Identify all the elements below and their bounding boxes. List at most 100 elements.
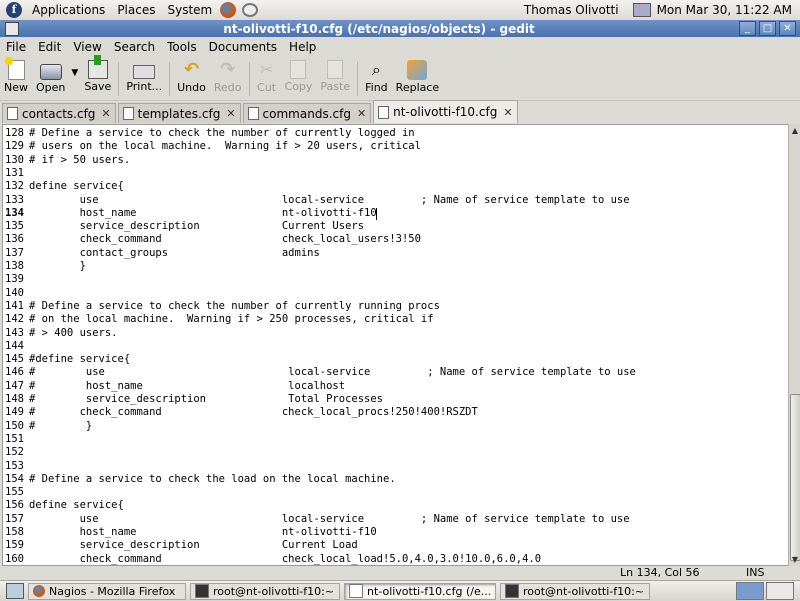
applications-menu[interactable]: Applications [26, 3, 111, 17]
replace-icon [407, 60, 428, 80]
maximize-button[interactable]: □ [759, 21, 776, 36]
code-line[interactable]: # Define a service to check the load on … [29, 473, 396, 486]
replace-button[interactable]: Replace [392, 58, 444, 98]
code-line[interactable]: # check_command check_local_procs!250!40… [29, 406, 478, 419]
task-firefox[interactable]: Nagios - Mozilla Firefox [28, 582, 186, 600]
code-line[interactable]: # > 400 users. [29, 327, 118, 340]
code-line[interactable]: # users on the local machine. Warning if… [29, 140, 421, 153]
printer-icon [133, 65, 156, 79]
code-line[interactable]: host_name nt-olivotti-f10 [29, 526, 377, 539]
code-line[interactable]: #define service{ [29, 353, 130, 366]
line-number: 156 [5, 499, 24, 512]
menu-documents[interactable]: Documents [203, 40, 283, 54]
line-number: 133 [5, 193, 24, 206]
gedit-icon [349, 584, 363, 598]
paste-icon [327, 60, 344, 79]
mail-launcher-icon[interactable] [242, 3, 259, 17]
minimize-button[interactable]: _ [739, 21, 756, 36]
close-tab-icon[interactable]: ✕ [503, 106, 512, 119]
clock[interactable]: Mon Mar 30, 11:22 AM [655, 3, 800, 17]
line-number: 135 [5, 220, 24, 233]
open-recent-dropdown-icon[interactable]: ▼ [71, 58, 78, 78]
code-line[interactable]: # if > 50 users. [29, 154, 130, 167]
new-button[interactable]: New [0, 57, 32, 98]
code-line[interactable]: use local-service ; Name of service temp… [29, 513, 630, 526]
text-editor[interactable]: 128 129 130 131 132 133 134 135 136 137 138 139 140 1… [2, 124, 790, 566]
toolbar-separator [118, 62, 120, 96]
code-line[interactable]: # use local-service ; Name of service te… [29, 366, 636, 379]
paste-button[interactable]: Paste [316, 58, 354, 98]
line-number: 146 [5, 366, 24, 379]
cut-button[interactable]: ✂ Cut [253, 58, 281, 98]
code-line[interactable]: # host_name localhost [29, 380, 345, 393]
text-cursor [375, 207, 377, 220]
close-tab-icon[interactable]: ✕ [226, 107, 235, 120]
code-line[interactable]: # Define a service to check the number o… [29, 127, 415, 140]
code-line[interactable]: } [29, 260, 86, 273]
code-line[interactable]: host_name nt-olivotti-f10 [29, 207, 377, 220]
tab-contacts-cfg[interactable]: contacts.cfg ✕ [2, 103, 116, 123]
code-line[interactable]: contact_groups admins [29, 247, 320, 260]
cursor-position: Ln 134, Col 56 [620, 566, 700, 579]
code-line[interactable]: check_command check_local_load!5.0,4.0,3… [29, 553, 541, 565]
menu-edit[interactable]: Edit [32, 40, 67, 54]
code-line[interactable]: service_description Current Load [29, 539, 358, 552]
code-line[interactable]: # service_description Total Processes [29, 393, 383, 406]
places-menu[interactable]: Places [111, 3, 161, 17]
code-line[interactable]: use local-service ; Name of service temp… [29, 194, 630, 207]
fedora-logo-icon[interactable]: f [6, 2, 22, 18]
line-number: 152 [5, 446, 24, 459]
code-line[interactable]: define service{ [29, 499, 124, 512]
code-line[interactable]: # } [29, 420, 92, 433]
save-button[interactable]: Save [80, 55, 115, 98]
copy-button[interactable]: Copy [281, 58, 317, 98]
task-terminal-2[interactable]: root@nt-olivotti-f10:~ [500, 582, 650, 600]
code-line[interactable]: # Define a service to check the number o… [29, 300, 440, 313]
print-button[interactable]: Print... [122, 58, 166, 98]
window-titlebar[interactable]: nt-olivotti-f10.cfg (/etc/nagios/objects… [0, 20, 800, 37]
scroll-up-icon[interactable]: ▲ [789, 124, 800, 137]
show-desktop-icon[interactable] [6, 583, 24, 599]
workspace-2[interactable] [766, 582, 794, 600]
user-name[interactable]: Thomas Olivotti [514, 3, 629, 17]
scissors-icon: ✂ [259, 60, 274, 79]
line-number: 148 [5, 393, 24, 405]
new-document-icon [4, 57, 25, 80]
workspace-1[interactable] [736, 582, 764, 600]
menu-tools[interactable]: Tools [161, 40, 203, 54]
code-line[interactable]: check_command check_local_users!3!50 [29, 233, 421, 246]
tab-nt-olivotti-f10-cfg[interactable]: nt-olivotti-f10.cfg ✕ [373, 100, 518, 123]
line-number: 132 [5, 180, 24, 193]
scrollbar-thumb[interactable] [790, 394, 800, 561]
menu-file[interactable]: File [0, 40, 32, 54]
line-number: 160 [5, 552, 24, 565]
menu-search[interactable]: Search [108, 40, 161, 54]
undo-icon: ↶ [183, 59, 200, 80]
task-terminal-1[interactable]: root@nt-olivotti-f10:~ [190, 582, 340, 600]
code-line[interactable]: define service{ [29, 180, 124, 193]
tab-commands-cfg[interactable]: commands.cfg ✕ [242, 103, 372, 123]
line-number: 151 [5, 432, 24, 445]
terminal-icon [195, 584, 209, 598]
document-icon [378, 105, 390, 119]
close-tab-icon[interactable]: ✕ [357, 107, 366, 120]
task-gedit[interactable]: nt-olivotti-f10.cfg (/e... [344, 582, 496, 600]
code-line[interactable]: # on the local machine. Warning if > 250… [29, 313, 434, 326]
undo-button[interactable]: ↶ Undo [173, 58, 210, 98]
tab-templates-cfg[interactable]: templates.cfg ✕ [117, 103, 241, 123]
close-window-button[interactable]: ✕ [779, 21, 796, 36]
network-icon[interactable] [632, 3, 651, 17]
scroll-down-icon[interactable]: ▼ [789, 553, 800, 566]
system-menu[interactable]: System [161, 3, 218, 17]
line-number-gutter: 128 129 130 131 132 133 134 135 136 137 138 139 140 1… [3, 125, 27, 565]
menu-help[interactable]: Help [283, 40, 322, 54]
open-button[interactable]: Open [32, 58, 69, 98]
redo-button[interactable]: ↷ Redo [210, 58, 246, 98]
code-line[interactable]: service_description Current Users [29, 220, 364, 233]
firefox-launcher-icon[interactable] [220, 2, 237, 18]
find-button[interactable]: ⌕ Find [361, 58, 392, 98]
menu-view[interactable]: View [67, 40, 107, 54]
window-menu-icon[interactable] [5, 21, 19, 36]
vertical-scrollbar[interactable]: ▲ ▼ [788, 124, 800, 566]
close-tab-icon[interactable]: ✕ [101, 107, 110, 120]
